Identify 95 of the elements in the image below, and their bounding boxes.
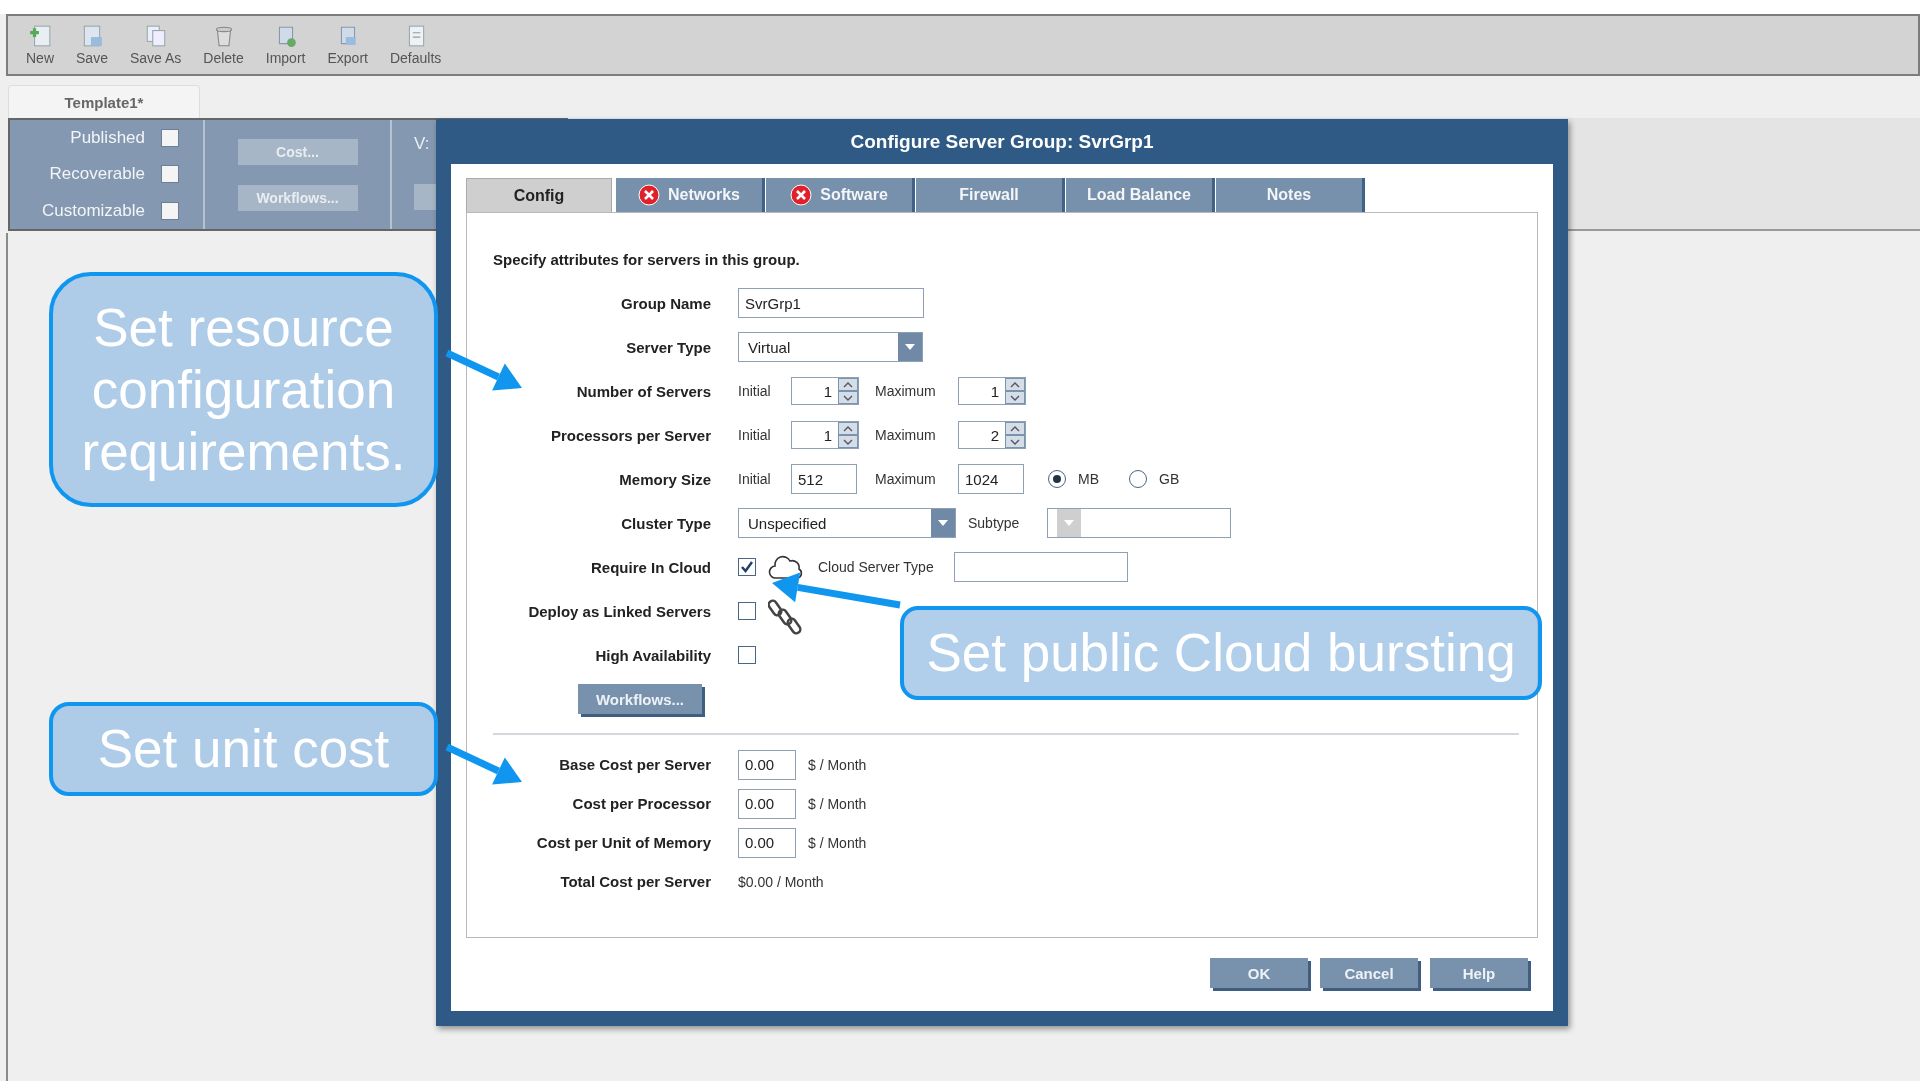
toolbar-button[interactable]: Import	[261, 24, 310, 66]
spin-up-button[interactable]	[1006, 423, 1024, 434]
field-label: Number of Servers	[575, 382, 712, 400]
field-label: Subtype	[968, 515, 1020, 531]
field-label: Maximum	[875, 383, 937, 399]
toolbar-button[interactable]: Export	[323, 24, 372, 66]
spin-down-button[interactable]	[1006, 392, 1024, 403]
field-label: $ / Month	[808, 756, 867, 773]
dialog-tab[interactable]: Load Balance	[1066, 178, 1212, 212]
intro-text: Specify attributes for servers in this group.	[493, 251, 801, 270]
callout-box: Set public Cloud bursting	[900, 606, 1542, 700]
dialog-tab[interactable]: Firewall	[916, 178, 1062, 212]
radio-button[interactable]	[1048, 470, 1066, 488]
field-label: Require In Cloud	[590, 558, 712, 576]
text-field[interactable]: 512	[791, 464, 857, 494]
spinner-field[interactable]: 1	[791, 377, 859, 405]
field-label: Processors per Server	[549, 426, 712, 444]
dropdown[interactable]	[1047, 508, 1232, 538]
field-label: Cloud Server Type	[818, 559, 934, 575]
checkbox[interactable]	[738, 646, 756, 664]
spin-down-button[interactable]	[839, 436, 857, 447]
field-label: Cluster Type	[620, 514, 712, 532]
toolbar-button[interactable]: Delete	[199, 24, 248, 66]
dropdown[interactable]: Unspecified	[738, 508, 956, 538]
spin-down-button[interactable]	[839, 392, 857, 403]
dialog-button[interactable]: Help	[1430, 958, 1528, 988]
dropdown[interactable]: Virtual	[738, 332, 923, 362]
dialog-tab[interactable]: Software	[766, 178, 912, 212]
field-label: Total Cost per Server	[559, 873, 712, 890]
field-label: Deploy as Linked Servers	[527, 602, 712, 620]
text-field[interactable]: 0.00	[738, 788, 796, 819]
field-label: $ / Month	[808, 795, 867, 812]
spin-up-button[interactable]	[839, 423, 857, 434]
field-label: $ / Month	[808, 834, 867, 851]
checkbox-label: Recoverable	[49, 164, 145, 185]
field-label: Maximum	[875, 471, 937, 487]
error-icon	[790, 184, 813, 206]
spinner-field[interactable]: 1	[791, 421, 859, 449]
spin-down-button[interactable]	[1006, 436, 1024, 447]
radio-button[interactable]	[1129, 470, 1147, 488]
chevron-down-icon	[1010, 394, 1020, 401]
document-tab[interactable]: Template1*	[8, 85, 200, 118]
dialog-tab[interactable]: Networks	[616, 178, 762, 212]
text-field[interactable]: SvrGrp1	[738, 288, 924, 318]
chevron-down-icon	[843, 438, 853, 445]
checkbox[interactable]	[161, 201, 179, 220]
field-label: MB	[1078, 471, 1099, 487]
chevron-down-icon	[1010, 438, 1020, 445]
toolbar-button[interactable]: New	[22, 24, 58, 66]
toolbar-button[interactable]: Defaults	[385, 24, 446, 66]
chevron-up-icon	[1010, 425, 1020, 432]
text-field[interactable]: 0.00	[738, 827, 796, 858]
dialog-title: Configure Server Group: SvrGrp1	[849, 129, 1155, 154]
callout-box: Set unit cost	[49, 702, 438, 796]
text-field[interactable]: 1024	[958, 464, 1024, 494]
checkbox[interactable]	[161, 165, 179, 184]
checkbox-label: Published	[70, 128, 145, 149]
checkbox-label: Customizable	[42, 200, 145, 221]
field-label: Maximum	[875, 427, 937, 443]
checkbox[interactable]	[738, 602, 756, 620]
field-label: Initial	[738, 471, 772, 487]
workflows-button[interactable]: Workflows...	[578, 684, 702, 714]
field-label: Memory Size	[618, 470, 712, 488]
toolbar-button[interactable]: Save As	[125, 24, 186, 66]
field-label: High Availability	[594, 646, 712, 664]
field-label: GB	[1159, 471, 1180, 487]
field-label: $0.00 / Month	[738, 873, 824, 890]
dialog-button[interactable]: Cancel	[1320, 958, 1418, 988]
toolbar-button[interactable]: Save	[72, 24, 112, 66]
chain-link-icon	[768, 597, 802, 637]
field-label: Cost per Unit of Memory	[535, 834, 712, 851]
text-field[interactable]: 0.00	[738, 749, 796, 780]
chevron-down-icon	[843, 394, 853, 401]
field-label: Server Type	[625, 338, 712, 356]
spinner-field[interactable]: 1	[958, 377, 1026, 405]
field-label: Base Cost per Server	[558, 756, 712, 773]
text-field[interactable]	[953, 552, 1128, 582]
checkbox[interactable]	[161, 129, 179, 148]
dialog-tab[interactable]: Notes	[1216, 178, 1362, 212]
dialog-button[interactable]: OK	[1210, 958, 1308, 988]
field-label: V:	[414, 134, 431, 154]
chevron-up-icon	[843, 381, 853, 388]
error-icon	[638, 184, 660, 206]
field-label: Initial	[738, 427, 772, 443]
spinner-field[interactable]: 2	[958, 421, 1026, 449]
field-label: Initial	[738, 383, 772, 399]
field-label: Cost per Processor	[571, 795, 712, 812]
spin-up-button[interactable]	[839, 379, 857, 390]
callout-box: Set resource configuration requirements.	[49, 272, 438, 507]
chevron-up-icon	[843, 425, 853, 432]
checkbox[interactable]	[738, 558, 756, 576]
dialog-tab[interactable]: Config	[466, 178, 612, 212]
spin-up-button[interactable]	[1006, 379, 1024, 390]
field-label: Group Name	[620, 294, 712, 312]
chevron-up-icon	[1010, 381, 1020, 388]
